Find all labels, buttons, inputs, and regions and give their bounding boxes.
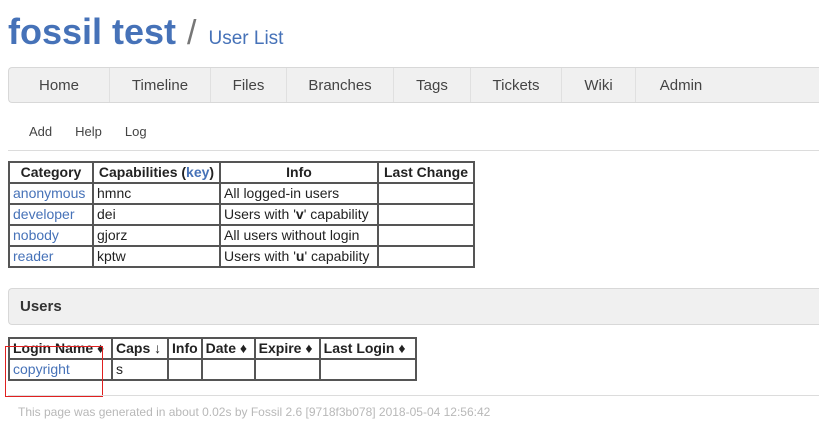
highlight-annotation bbox=[5, 346, 103, 397]
table-row: nobody gjorz All users without login bbox=[8, 224, 475, 247]
info-cell: All logged-in users bbox=[219, 182, 379, 205]
project-name: fossil test bbox=[8, 11, 177, 52]
page-title: User List bbox=[208, 28, 284, 49]
menu-home[interactable]: Home bbox=[9, 68, 110, 102]
col-expire[interactable]: Expire ♦ bbox=[253, 337, 321, 360]
user-expire-cell bbox=[253, 358, 321, 381]
last-change-cell bbox=[377, 182, 475, 205]
col-caps[interactable]: Caps ↓ bbox=[111, 337, 169, 360]
col-capabilities: Capabilities (key) bbox=[92, 161, 221, 184]
submenu-add[interactable]: Add bbox=[29, 124, 52, 139]
category-link[interactable]: anonymous bbox=[13, 185, 85, 201]
category-table: Category Capabilities (key) Info Last Ch… bbox=[8, 161, 475, 268]
menu-tags[interactable]: Tags bbox=[394, 68, 471, 102]
info-cell: Users with 'u' capability bbox=[219, 245, 379, 268]
user-date-cell bbox=[200, 358, 256, 381]
category-table-header: Category Capabilities (key) Info Last Ch… bbox=[8, 161, 475, 184]
page: fossil test / User List Home Timeline Fi… bbox=[0, 0, 819, 439]
category-cell: developer bbox=[8, 203, 94, 226]
capabilities-key-link[interactable]: key bbox=[186, 164, 209, 180]
menu-timeline[interactable]: Timeline bbox=[110, 68, 211, 102]
col-date[interactable]: Date ♦ bbox=[200, 337, 256, 360]
submenu-divider bbox=[8, 150, 819, 151]
sub-menu: Add Help Log bbox=[29, 124, 170, 139]
last-change-cell bbox=[377, 245, 475, 268]
user-last-login-cell bbox=[318, 358, 417, 381]
title-bar: fossil test / User List bbox=[8, 8, 283, 56]
main-menu: Home Timeline Files Branches Tags Ticket… bbox=[8, 67, 819, 103]
users-section-header: Users bbox=[8, 288, 819, 325]
table-row: developer dei Users with 'v' capability bbox=[8, 203, 475, 226]
col-category: Category bbox=[8, 161, 94, 184]
title-separator: / bbox=[187, 14, 197, 52]
menu-admin[interactable]: Admin bbox=[636, 68, 726, 102]
category-cell: nobody bbox=[8, 224, 94, 247]
submenu-help[interactable]: Help bbox=[75, 124, 102, 139]
col-info: Info bbox=[219, 161, 379, 184]
last-change-cell bbox=[377, 224, 475, 247]
category-link[interactable]: reader bbox=[13, 248, 53, 264]
menu-files[interactable]: Files bbox=[211, 68, 287, 102]
caps-cell: kptw bbox=[92, 245, 221, 268]
category-cell: anonymous bbox=[8, 182, 94, 205]
user-info-cell bbox=[167, 358, 203, 381]
caps-cell: dei bbox=[92, 203, 221, 226]
submenu-log[interactable]: Log bbox=[125, 124, 147, 139]
col-user-info[interactable]: Info bbox=[167, 337, 203, 360]
menu-wiki[interactable]: Wiki bbox=[562, 68, 636, 102]
caps-cell: hmnc bbox=[92, 182, 221, 205]
col-last-login[interactable]: Last Login ♦ bbox=[318, 337, 417, 360]
menu-branches[interactable]: Branches bbox=[287, 68, 394, 102]
info-cell: Users with 'v' capability bbox=[219, 203, 379, 226]
category-link[interactable]: nobody bbox=[13, 227, 59, 243]
table-row: anonymous hmnc All logged-in users bbox=[8, 182, 475, 205]
table-row: reader kptw Users with 'u' capability bbox=[8, 245, 475, 268]
category-cell: reader bbox=[8, 245, 94, 268]
col-last-change: Last Change bbox=[377, 161, 475, 184]
caps-cell: gjorz bbox=[92, 224, 221, 247]
info-cell: All users without login bbox=[219, 224, 379, 247]
category-link[interactable]: developer bbox=[13, 206, 75, 222]
user-caps-cell: s bbox=[111, 358, 169, 381]
last-change-cell bbox=[377, 203, 475, 226]
footer-text: This page was generated in about 0.02s b… bbox=[18, 405, 491, 419]
footer-divider bbox=[8, 395, 819, 396]
menu-tickets[interactable]: Tickets bbox=[471, 68, 562, 102]
